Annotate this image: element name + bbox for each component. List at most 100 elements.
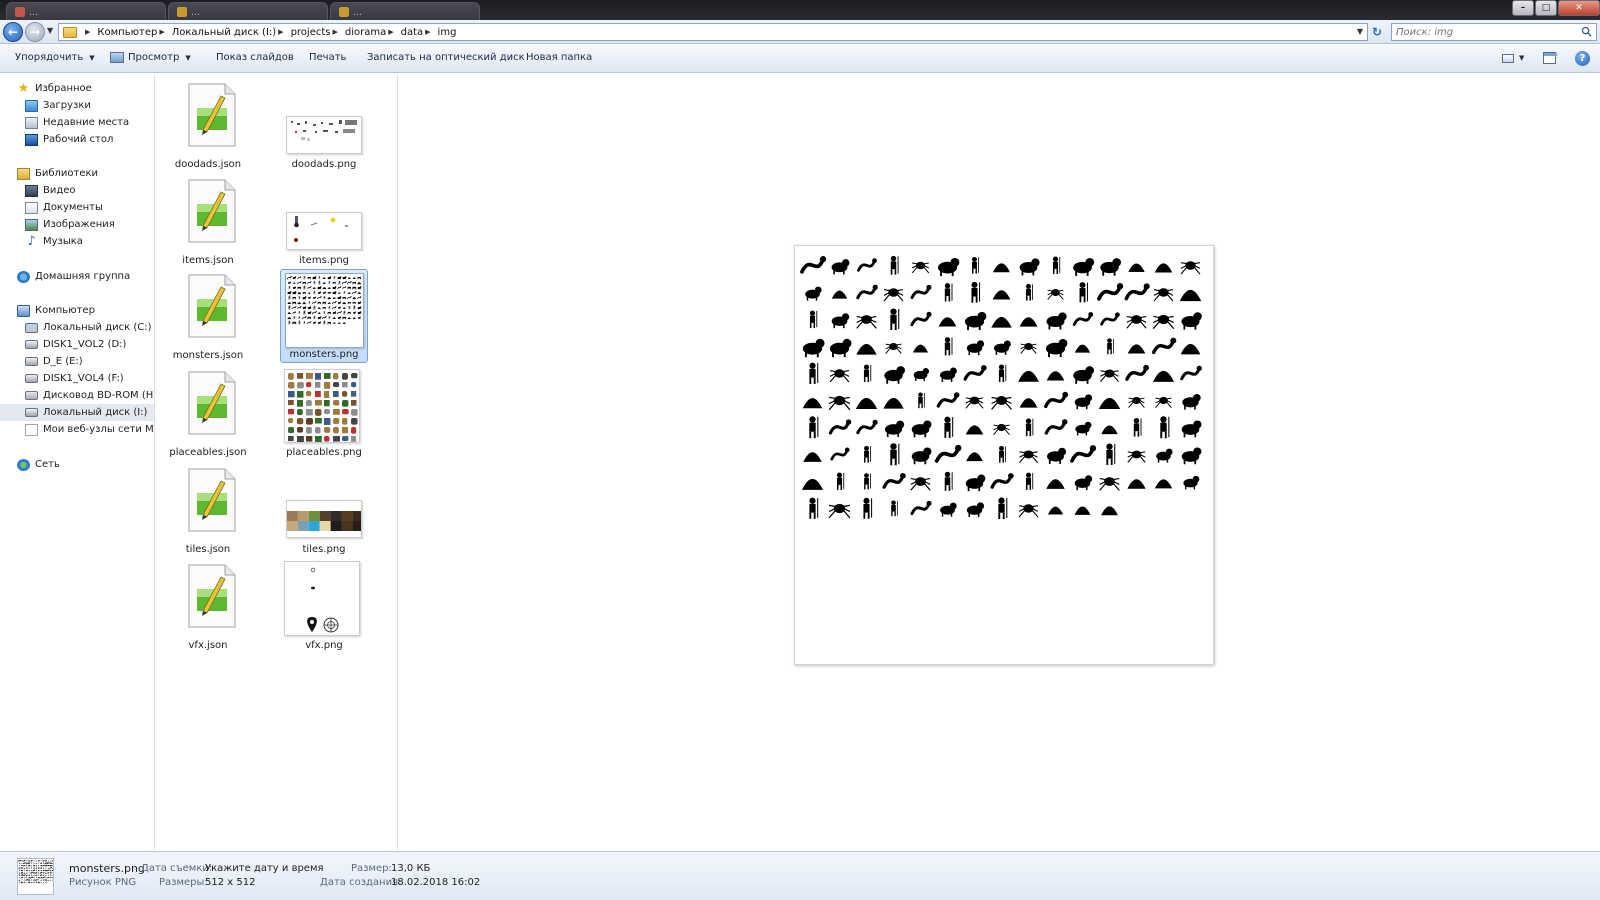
nav-music[interactable]: ♪ Музыка (0, 233, 154, 250)
close-button[interactable]: ✕ (1558, 0, 1600, 16)
chevron-down-icon: ▼ (89, 53, 95, 62)
search-icon[interactable] (1581, 26, 1592, 37)
preview-button[interactable]: Просмотр ▼ (110, 52, 191, 63)
breadcrumb-item[interactable]: img (438, 27, 457, 38)
homegroup-icon (17, 270, 30, 283)
nav-msn-sites[interactable]: Мои веб-узлы сети MSN (0, 421, 154, 438)
monster-sprite (38, 874, 40, 876)
address-history-dropdown[interactable]: ▼ (1357, 27, 1363, 36)
placeable-sprite (342, 436, 349, 442)
browser-tab-3[interactable]: … (330, 2, 480, 20)
nav-favorites[interactable]: ★ Избранное (0, 80, 154, 97)
file-item[interactable]: vfx.json (164, 559, 252, 653)
nav-libraries[interactable]: Библиотеки (0, 165, 154, 182)
monster-sprite (327, 291, 331, 295)
breadcrumb-item[interactable]: Локальный диск (I:) ▶ (172, 27, 291, 38)
nav-documents[interactable]: Документы (0, 199, 154, 216)
date-taken-value[interactable]: Укажите дату и время (205, 863, 324, 874)
monster-sprite (317, 312, 321, 314)
monster-sprite (1025, 418, 1034, 437)
monster-sprite (1101, 425, 1118, 435)
monster-sprite (1154, 479, 1173, 489)
recent-pages-dropdown[interactable]: ▼ (47, 26, 53, 35)
placeable-sprite (333, 418, 340, 424)
search-box[interactable] (1391, 23, 1597, 41)
view-options-dropdown[interactable]: ▼ (1519, 54, 1524, 62)
file-item-selected[interactable]: monsters.png (280, 269, 368, 363)
file-name: items.png (298, 255, 349, 266)
monster-sprite (965, 396, 984, 409)
sprite-sheet-image (294, 216, 348, 242)
monster-sprite (39, 871, 43, 874)
monster-sprite (1127, 450, 1146, 463)
monster-sprite (332, 317, 336, 319)
nav-drive-e[interactable]: D_E (E:) (0, 353, 154, 370)
placeable-sprite (351, 382, 357, 388)
monster-sprite (884, 420, 905, 438)
monster-sprite (348, 305, 351, 310)
browser-tab-1[interactable]: … (6, 2, 166, 20)
nav-homegroup[interactable]: Домашняя группа (0, 268, 154, 285)
breadcrumb-item[interactable]: diorama ▶ (345, 27, 401, 38)
tile-swatch (308, 511, 320, 521)
monster-sprite (317, 307, 321, 309)
nav-drive-i[interactable]: Локальный диск (I:) (0, 404, 154, 421)
breadcrumb-item[interactable]: data ▶ (401, 27, 438, 38)
breadcrumb-root[interactable]: ▶ (83, 28, 97, 36)
monster-sprite (297, 276, 302, 279)
breadcrumb-item[interactable]: projects ▶ (291, 27, 345, 38)
file-item[interactable]: tiles.png (280, 463, 368, 557)
file-item[interactable]: placeables.png (280, 366, 368, 460)
file-item[interactable]: vfx.png (280, 559, 368, 653)
monster-sprite (40, 862, 43, 864)
file-item[interactable]: items.json (164, 174, 252, 268)
new-folder-button[interactable]: Новая папка (526, 52, 592, 63)
nav-downloads[interactable]: Загрузки (0, 97, 154, 114)
file-item[interactable]: doodads.json (164, 78, 252, 172)
forward-button[interactable]: → (25, 22, 45, 42)
burn-disc-label: Записать на оптический диск (367, 52, 525, 63)
vfx-thumbnail (284, 561, 360, 636)
file-item[interactable]: doodads.png (280, 78, 368, 172)
preview-pane-toggle-icon[interactable] (1543, 52, 1557, 64)
burn-disc-button[interactable]: Записать на оптический диск (367, 52, 525, 63)
file-item[interactable]: items.png (280, 174, 368, 268)
breadcrumb-item[interactable]: Компьютер ▶ (97, 27, 171, 38)
nav-network[interactable]: Сеть (0, 456, 154, 473)
nav-desktop[interactable]: Рабочий стол (0, 131, 154, 148)
browser-tab-2[interactable]: … (168, 2, 328, 20)
monster-sprite (49, 879, 52, 881)
file-item[interactable]: tiles.json (164, 463, 252, 557)
monster-sprite (990, 473, 1014, 489)
organize-button[interactable]: Упорядочить ▼ (15, 52, 95, 63)
size-label: Размер: (351, 863, 392, 874)
print-button[interactable]: Печать (309, 52, 346, 63)
nav-pictures[interactable]: Изображения (0, 216, 154, 233)
nav-label: Музыка (43, 236, 83, 247)
address-bar[interactable]: ▶ Компьютер ▶ Локальный диск (I:) ▶ projec… (58, 23, 1368, 41)
nav-video[interactable]: Видео (0, 182, 154, 199)
maximize-button[interactable]: □ (1535, 0, 1557, 16)
file-item[interactable]: placeables.json (164, 366, 252, 460)
monster-sprite (802, 338, 825, 358)
nav-drive-h[interactable]: Дисковод BD-ROM (H:) T (0, 387, 154, 404)
details-filename: monsters.png (69, 862, 145, 875)
monster-sprite (21, 864, 23, 867)
monster-sprite (327, 297, 332, 300)
refresh-icon[interactable]: ↻ (1372, 25, 1382, 39)
monster-sprite (332, 297, 336, 299)
help-icon[interactable]: ? (1575, 51, 1590, 66)
search-input[interactable] (1396, 26, 1571, 38)
nav-drive-c[interactable]: Локальный диск (C:) (0, 319, 154, 336)
back-button[interactable]: ← (3, 22, 23, 42)
minimize-button[interactable]: – (1512, 0, 1534, 16)
nav-drive-d[interactable]: DISK1_VOL2 (D:) (0, 336, 154, 353)
slideshow-button[interactable]: Показ слайдов (216, 52, 294, 63)
change-view-icon[interactable] (1502, 54, 1514, 63)
nav-computer[interactable]: Компьютер (0, 302, 154, 319)
file-name: vfx.json (188, 640, 228, 651)
file-item[interactable]: monsters.json (164, 269, 252, 363)
nav-recent-places[interactable]: Недавние места (0, 114, 154, 131)
nav-drive-f[interactable]: DISK1_VOL4 (F:) (0, 370, 154, 387)
monster-sprite (42, 867, 45, 869)
